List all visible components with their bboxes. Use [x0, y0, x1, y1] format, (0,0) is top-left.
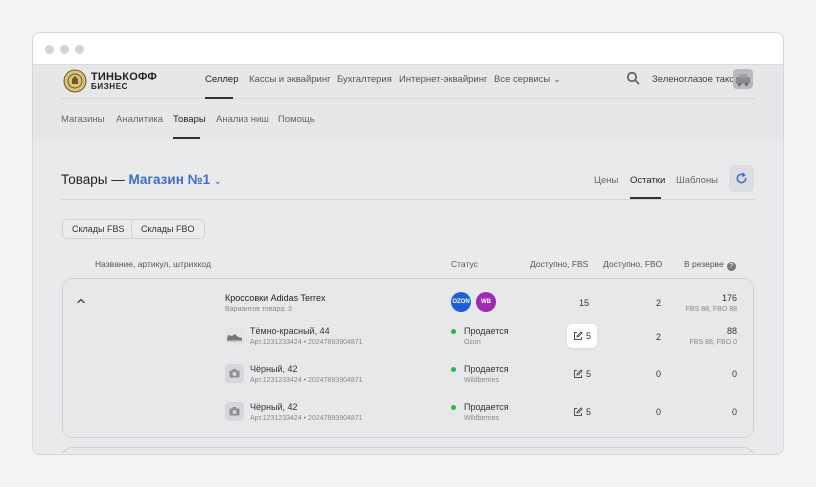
variant-marketplace: Wildberries — [464, 415, 500, 422]
variant-reserve-value: 88 — [726, 326, 737, 336]
store-selector[interactable]: Магазин №1 ⌄ — [128, 172, 221, 187]
variant-name[interactable]: Чёрный, 42 — [250, 402, 298, 412]
account-name[interactable]: Зеленоглазое такси — [652, 74, 739, 85]
product-thumbnail — [225, 327, 244, 346]
subnav-help[interactable]: Помощь — [278, 114, 315, 125]
variant-reserve-value: 0 — [731, 407, 737, 417]
product-fbo-value: 2 — [655, 298, 661, 308]
window-dot-maximize[interactable] — [75, 45, 84, 54]
subnav-products[interactable]: Товары — [173, 114, 206, 125]
variant-status: Продается — [464, 402, 509, 412]
tab-prices[interactable]: Цены — [594, 175, 618, 186]
status-dot — [451, 329, 456, 334]
refresh-icon — [736, 172, 747, 184]
column-header-fbs[interactable]: Доступно, FBS — [530, 259, 588, 269]
variant-fbs-value: 5 — [585, 369, 591, 379]
chevron-down-icon: ⌄ — [213, 176, 222, 186]
status-dot — [451, 405, 456, 410]
subnav-analytics[interactable]: Аналитика — [116, 114, 163, 125]
refresh-button[interactable] — [729, 165, 754, 192]
filter-fbs-warehouses[interactable]: Склады FBS — [62, 219, 135, 239]
variant-marketplace: Ozon — [464, 339, 481, 346]
product-reserve-detail: FBS 88, FBO 88 — [685, 306, 737, 313]
product-thumbnail — [225, 402, 244, 421]
main-content: Товары — Магазин №1 ⌄ Цены Остатки Шабло… — [33, 139, 783, 454]
variant-fbs-value: 5 — [585, 407, 591, 417]
tab-stock[interactable]: Остатки — [630, 175, 665, 186]
topnav-seller[interactable]: Селлер — [205, 74, 238, 85]
chevron-up-icon[interactable] — [77, 297, 85, 305]
product-reserve-value: 176 — [721, 293, 737, 303]
variant-reserve-value: 0 — [731, 369, 737, 379]
product-variants-count: Вариантов товара: 3 — [225, 306, 292, 313]
edit-fbs-stock-button[interactable]: 5 — [567, 362, 597, 386]
avatar[interactable] — [733, 69, 753, 89]
column-header-name[interactable]: Название, артикул, штрихкод — [95, 259, 211, 269]
edit-icon — [573, 407, 583, 416]
tinkoff-logo-icon[interactable] — [63, 69, 87, 93]
edit-icon — [573, 369, 583, 378]
column-header-reserve-label: В резерве — [684, 259, 724, 269]
window-dot-close[interactable] — [45, 45, 54, 54]
browser-window: ТИНЬКОФФ БИЗНЕС Селлер Кассы и эквайринг… — [32, 32, 784, 455]
product-fbs-value: 15 — [578, 298, 589, 308]
tab-templates[interactable]: Шаблоны — [676, 175, 718, 186]
page-title: Товары — Магазин №1 ⌄ — [61, 172, 221, 187]
chevron-down-icon: ⌄ — [553, 74, 561, 84]
variant-fbo-value: 2 — [655, 332, 661, 342]
variant-status: Продается — [464, 326, 509, 336]
edit-icon — [573, 331, 583, 340]
window-chrome — [33, 33, 783, 65]
variant-article: Арт.1231233424 • 20247893904871 — [250, 377, 363, 384]
top-nav: ТИНЬКОФФ БИЗНЕС Селлер Кассы и эквайринг… — [61, 65, 755, 99]
column-header-reserve[interactable]: В резерве? — [684, 259, 736, 271]
variant-reserve-detail: FBS 88, FBO 0 — [689, 339, 737, 346]
taxi-avatar-icon — [736, 74, 750, 86]
sneaker-icon — [227, 333, 242, 341]
topnav-accounting[interactable]: Бухгалтерия — [337, 74, 392, 85]
product-group: Кроссовки Adidas Terrex Вариантов товара… — [62, 278, 754, 438]
topnav-internet-acquiring[interactable]: Интернет-эквайринг — [399, 74, 487, 85]
topnav-all-services[interactable]: Все сервисы ⌄ — [494, 74, 561, 85]
edit-fbs-stock-button[interactable]: 5 — [567, 400, 597, 424]
topnav-all-services-label: Все сервисы — [494, 74, 551, 85]
brand-subname: БИЗНЕС — [91, 82, 129, 91]
variant-name[interactable]: Чёрный, 42 — [250, 364, 298, 374]
wb-badge: WB — [476, 292, 496, 312]
column-header-fbo[interactable]: Доступно, FBO — [603, 259, 662, 269]
status-dot — [451, 367, 456, 372]
variant-fbo-value: 0 — [655, 369, 661, 379]
ozon-badge: OZON — [451, 292, 471, 312]
topnav-cash-acquiring[interactable]: Кассы и эквайринг — [249, 74, 331, 85]
variant-fbo-value: 0 — [655, 407, 661, 417]
product-thumbnail — [225, 364, 244, 383]
variant-article: Арт.1231233424 • 20247893904871 — [250, 339, 363, 346]
store-name: Магазин №1 — [128, 172, 211, 187]
search-icon[interactable] — [626, 71, 640, 85]
column-header-status[interactable]: Статус — [451, 259, 478, 269]
sub-nav: Магазины Аналитика Товары Анализ ниш Пом… — [61, 99, 755, 139]
variant-status: Продается — [464, 364, 509, 374]
variant-article: Арт.1231233424 • 20247893904871 — [250, 415, 363, 422]
subnav-stores[interactable]: Магазины — [61, 114, 104, 125]
page-title-prefix: Товары — — [61, 172, 125, 187]
variant-name[interactable]: Тёмно-красный, 44 — [250, 326, 330, 336]
product-group-collapsed[interactable] — [62, 447, 754, 454]
product-name[interactable]: Кроссовки Adidas Terrex — [225, 293, 325, 303]
subnav-niche-analysis[interactable]: Анализ ниш — [216, 114, 269, 125]
camera-icon — [229, 407, 240, 416]
camera-icon — [229, 369, 240, 378]
variant-fbs-value: 5 — [585, 331, 591, 341]
header-divider — [61, 199, 755, 200]
help-icon[interactable]: ? — [726, 262, 736, 271]
edit-fbs-stock-button[interactable]: 5 — [567, 324, 597, 348]
filter-fbo-warehouses[interactable]: Склады FBO — [131, 219, 205, 239]
variant-marketplace: Wildberries — [464, 377, 500, 384]
window-dot-minimize[interactable] — [60, 45, 69, 54]
